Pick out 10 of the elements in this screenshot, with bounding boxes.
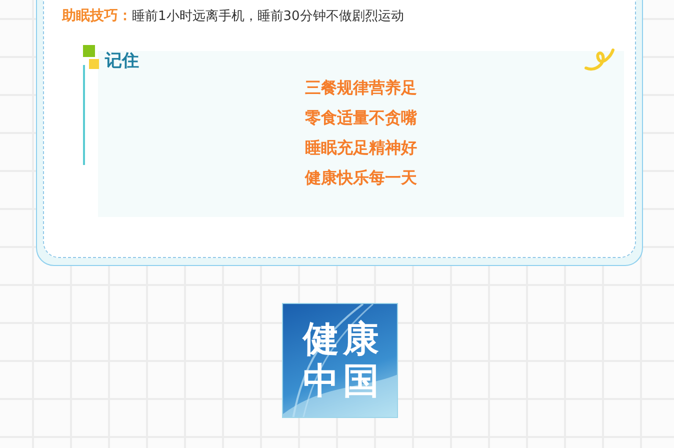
slogan-line: 健康快乐每一天 bbox=[305, 167, 417, 189]
logo-text: 健康 bbox=[303, 318, 383, 360]
slogan-line: 零食适量不贪嘴 bbox=[305, 107, 417, 129]
tip-text: 助眠技巧：睡前1小时远离手机，睡前30分钟不做剧烈运动 bbox=[62, 7, 405, 25]
squares-icon bbox=[83, 45, 101, 71]
slogan-line: 睡眠充足精神好 bbox=[305, 137, 417, 159]
section-title: 记住 bbox=[105, 51, 139, 71]
swirl-icon bbox=[583, 46, 615, 72]
logo-text: 中国 bbox=[303, 360, 383, 402]
slogan-line: 三餐规律营养足 bbox=[305, 77, 417, 99]
